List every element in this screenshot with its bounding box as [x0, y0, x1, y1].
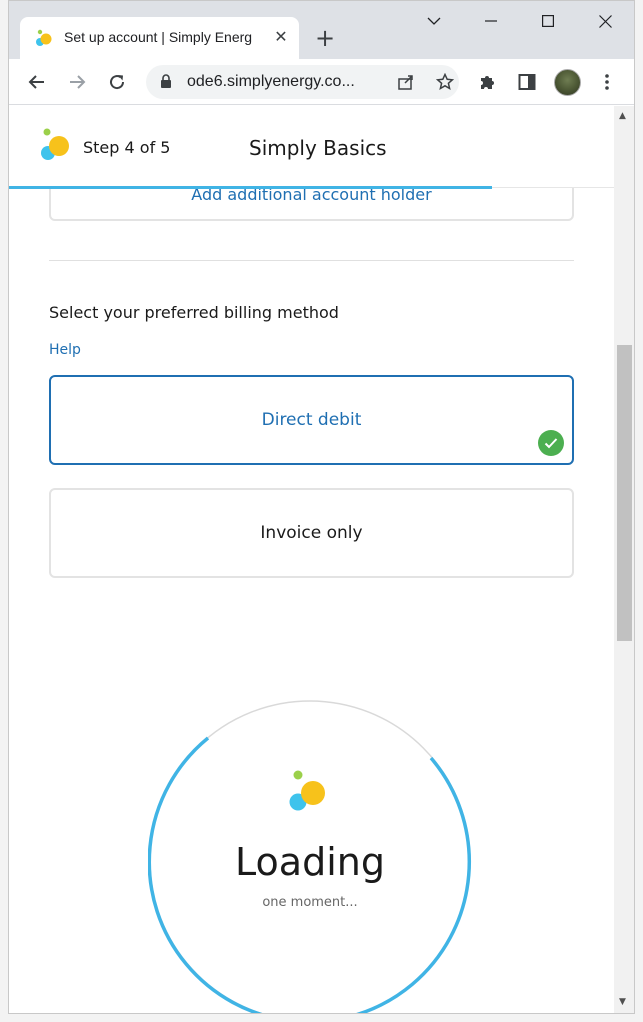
- reload-icon[interactable]: [103, 68, 131, 96]
- browser-tab[interactable]: Set up account | Simply Energ ✕: [20, 17, 299, 59]
- star-icon[interactable]: [435, 72, 455, 92]
- lock-icon[interactable]: [160, 74, 172, 89]
- direct-debit-option[interactable]: Direct debit: [49, 375, 574, 465]
- scroll-down-arrow-icon[interactable]: ▼: [619, 997, 626, 1007]
- share-icon[interactable]: [396, 72, 416, 92]
- kebab-menu-icon[interactable]: [595, 70, 619, 94]
- window-close-icon[interactable]: [582, 7, 628, 35]
- browser-window: Set up account | Simply Energ ✕ + ode6.s…: [8, 0, 635, 1014]
- check-icon: [538, 430, 564, 456]
- scroll-up-arrow-icon[interactable]: ▲: [619, 111, 626, 121]
- chevron-down-icon[interactable]: [411, 7, 457, 35]
- plus-icon[interactable]: +: [311, 25, 339, 53]
- scroll-thumb[interactable]: [617, 345, 632, 641]
- url-text: ode6.simplyenergy.co...: [187, 73, 355, 90]
- loading-subtitle: one moment...: [262, 895, 358, 910]
- side-panel-icon[interactable]: [515, 70, 539, 94]
- tab-title: Set up account | Simply Energ: [64, 29, 253, 45]
- arrow-right-icon[interactable]: [63, 68, 91, 96]
- simply-energy-logo-icon: [41, 128, 69, 160]
- step-indicator: Step 4 of 5: [83, 138, 171, 157]
- address-bar[interactable]: ode6.simplyenergy.co...: [146, 65, 459, 99]
- option-label: Direct debit: [261, 410, 362, 430]
- invoice-only-option[interactable]: Invoice only: [49, 488, 574, 578]
- simply-energy-favicon-icon: [36, 29, 52, 46]
- step-header: Step 4 of 5 Simply Basics: [9, 106, 614, 189]
- profile-avatar[interactable]: [554, 69, 581, 96]
- close-icon[interactable]: ✕: [270, 26, 292, 48]
- page-title: Simply Basics: [249, 136, 387, 160]
- tab-strip: Set up account | Simply Energ ✕ +: [9, 1, 634, 59]
- minimize-icon[interactable]: [468, 7, 514, 35]
- progress-bar: [9, 186, 492, 189]
- option-label: Invoice only: [260, 523, 363, 543]
- arrow-left-icon[interactable]: [23, 68, 51, 96]
- page-content: Step 4 of 5 Simply Basics Add additional…: [9, 106, 614, 1013]
- help-link[interactable]: Help: [49, 342, 81, 358]
- billing-method-label: Select your preferred billing method: [49, 303, 339, 322]
- browser-toolbar: ode6.simplyenergy.co...: [9, 59, 634, 105]
- loading-overlay: Loading one moment...: [148, 699, 472, 1013]
- simply-energy-logo-icon: [289, 770, 325, 811]
- divider: [49, 260, 574, 261]
- loading-title: Loading: [235, 840, 385, 884]
- puzzle-icon[interactable]: [475, 70, 499, 94]
- maximize-icon[interactable]: [525, 7, 571, 35]
- page-scrollbar[interactable]: ▲ ▼: [614, 106, 634, 1013]
